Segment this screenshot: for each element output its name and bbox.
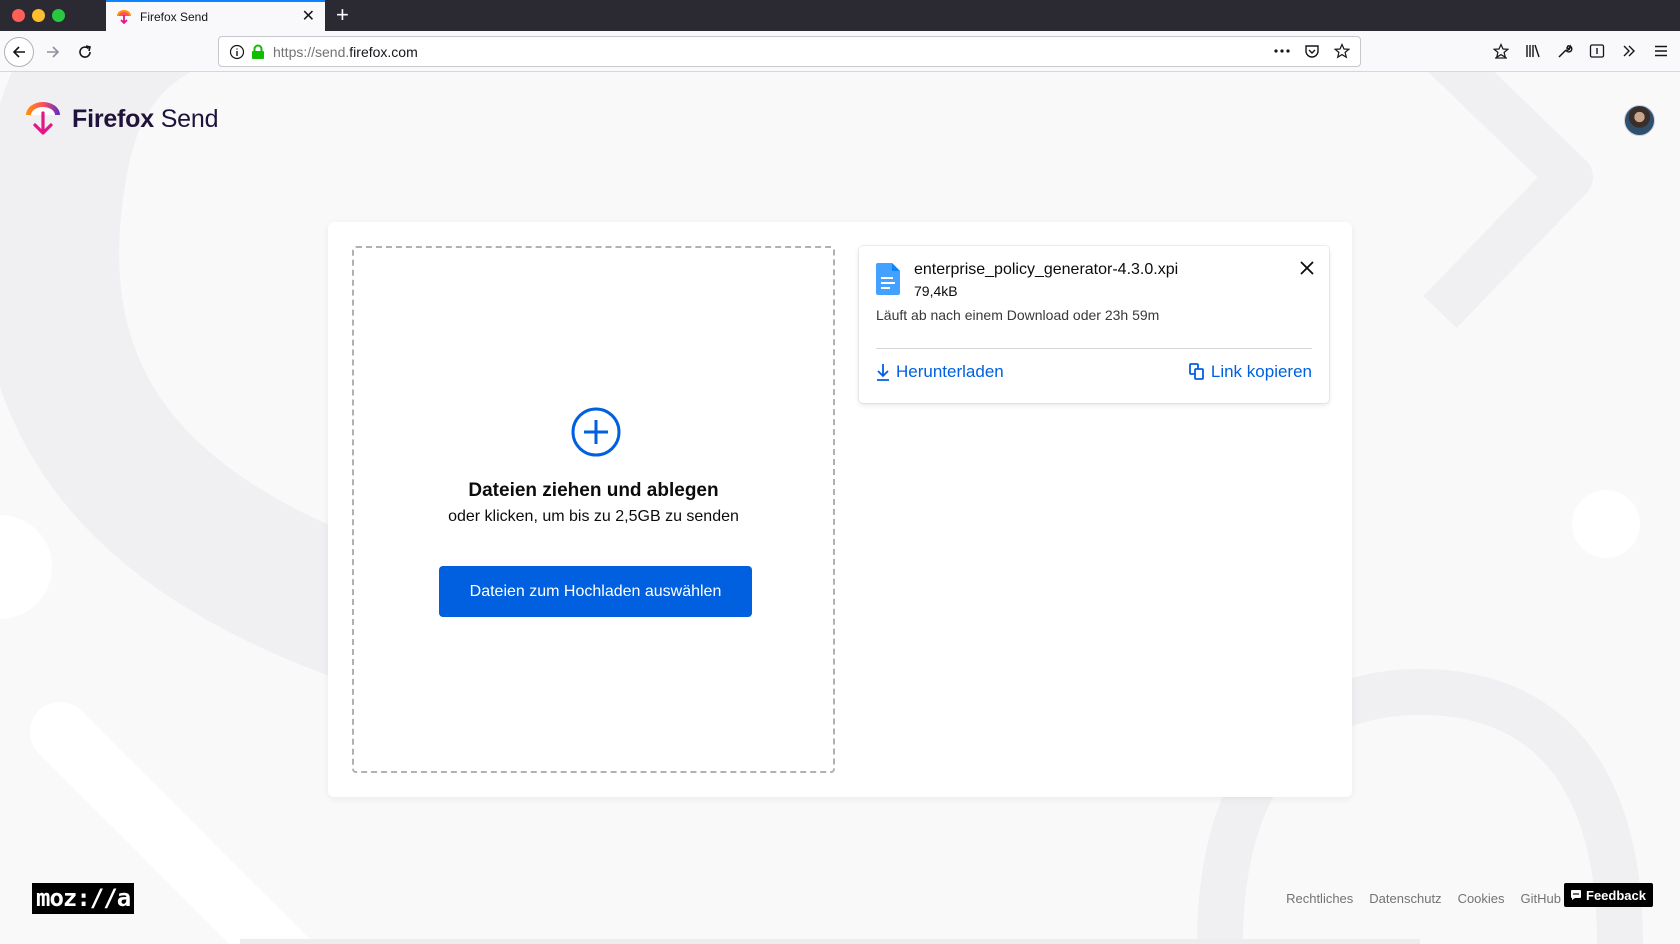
dropzone-subtitle: oder klicken, um bis zu 2,5GB zu senden [448,508,739,525]
brand-name-bold: Firefox [72,104,154,133]
url-bar[interactable]: https://send.firefox.com [218,36,1361,67]
document-file-icon [876,263,900,295]
info-icon[interactable] [229,44,245,60]
dropzone-title: Dateien ziehen und ablegen [468,480,719,501]
main-card: Dateien ziehen und ablegen oder klicken,… [328,222,1352,797]
delete-file-close-icon[interactable] [1297,258,1317,278]
download-label: Herunterladen [896,362,1004,381]
url-text[interactable]: https://send.firefox.com [273,44,418,60]
back-button[interactable] [4,37,34,67]
page-actions-icon[interactable] [1272,41,1292,61]
download-link[interactable]: Herunterladen [876,362,1004,382]
feedback-label: Feedback [1586,887,1646,903]
select-files-button[interactable]: Dateien zum Hochladen auswählen [439,566,752,617]
file-dropzone[interactable]: Dateien ziehen und ablegen oder klicken,… [352,246,835,773]
tab-title: Firefox Send [140,9,209,24]
browser-tab[interactable]: Firefox Send ✕ [106,0,325,31]
back-arrow-icon [12,46,25,58]
firefox-send-favicon-icon [117,9,131,24]
brand-name: Firefox Send [72,105,218,134]
bookmarks-menu-icon[interactable] [1492,41,1510,61]
file-expiry-text: Läuft ab nach einem Download oder 23h 59… [876,307,1160,323]
forward-button[interactable] [38,37,68,67]
reader-view-icon[interactable] [1588,41,1606,61]
copy-link-button[interactable]: Link kopieren [1188,362,1312,382]
footer-links: Rechtliches Datenschutz Cookies GitHub [1286,891,1561,906]
file-card-divider [876,348,1312,349]
feedback-button[interactable]: Feedback [1564,883,1653,907]
new-tab-button[interactable]: + [336,3,349,27]
url-domain: firefox.com [349,43,418,60]
feedback-speech-bubble-icon [1571,890,1581,900]
reload-icon [79,45,91,58]
pocket-icon[interactable] [1302,41,1322,61]
hamburger-menu-icon[interactable] [1652,41,1670,61]
footer-link-cookies[interactable]: Cookies [1458,891,1505,906]
mozilla-logo[interactable]: moz://a [32,883,135,914]
brand-name-light: Send [153,104,219,133]
devtools-wrench-icon[interactable] [1556,41,1574,61]
footer-link-legal[interactable]: Rechtliches [1286,891,1353,906]
file-size: 79,4kB [914,283,958,299]
bookmark-star-icon[interactable] [1332,41,1352,61]
send-page: Firefox Send Dateien ziehen und ablegen … [0,72,1680,944]
footer-link-privacy[interactable]: Datenschutz [1369,891,1441,906]
copy-link-icon [1188,363,1204,380]
url-scheme: https://send. [273,43,350,60]
window-close-button[interactable] [12,9,25,22]
window-maximize-button[interactable] [52,9,65,22]
add-file-plus-icon [571,407,621,457]
reload-button[interactable] [70,37,100,67]
library-icon[interactable] [1524,41,1542,61]
tab-bar: Firefox Send ✕ + [0,0,1680,31]
firefox-send-logo-icon [26,102,60,135]
forward-arrow-icon [47,46,60,58]
overflow-chevron-icon[interactable] [1620,41,1638,61]
download-icon [877,364,889,381]
uploaded-file-card: enterprise_policy_generator-4.3.0.xpi 79… [859,246,1329,403]
tab-close-icon[interactable]: ✕ [302,8,315,25]
firefox-send-logo[interactable]: Firefox Send [24,100,218,138]
lock-icon[interactable] [251,44,265,60]
window-minimize-button[interactable] [32,9,45,22]
copy-link-label: Link kopieren [1210,362,1312,381]
file-name: enterprise_policy_generator-4.3.0.xpi [914,261,1179,278]
footer-link-github[interactable]: GitHub [1521,891,1561,906]
user-avatar[interactable] [1624,105,1655,136]
navigation-bar: https://send.firefox.com [0,31,1680,72]
